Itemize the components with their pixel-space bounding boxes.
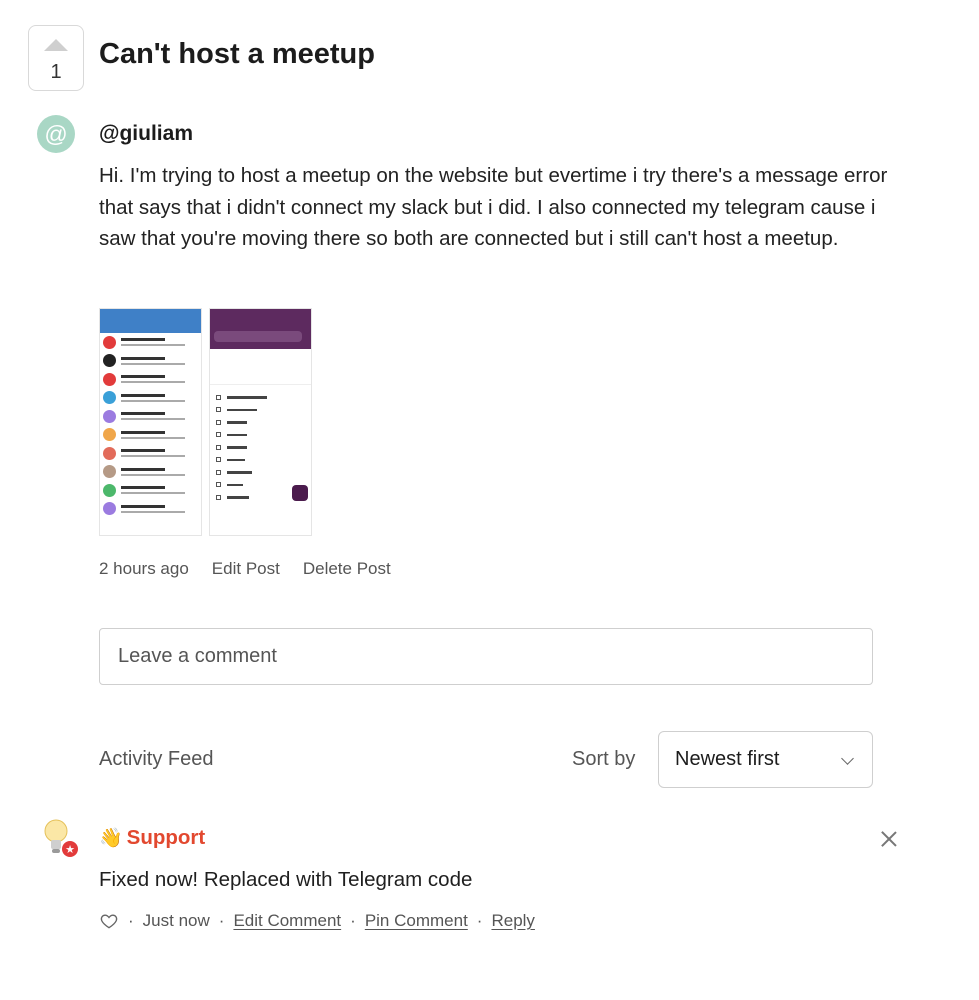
attachment-slack-screenshot[interactable] — [209, 308, 312, 536]
sort-select[interactable]: Newest first — [658, 731, 873, 788]
page-title: Can't host a meetup — [99, 38, 375, 70]
separator: · — [350, 911, 356, 930]
edit-comment-link[interactable]: Edit Comment — [233, 911, 341, 931]
pin-comment-link[interactable]: Pin Comment — [365, 911, 468, 931]
separator: · — [476, 911, 483, 930]
lightbulb-icon: ★ — [44, 819, 78, 857]
close-icon[interactable] — [879, 829, 899, 849]
separator: · — [218, 911, 225, 930]
post-author[interactable]: @giuliam — [99, 122, 193, 146]
delete-post-link[interactable]: Delete Post — [303, 559, 391, 579]
comment-author-name: Support — [126, 826, 206, 849]
at-avatar-icon: @ — [37, 115, 75, 153]
comment-author[interactable]: 👋 Support — [99, 826, 205, 850]
separator: · — [128, 911, 134, 930]
upvote-button[interactable]: 1 — [28, 25, 84, 91]
edit-post-link[interactable]: Edit Post — [212, 559, 280, 579]
vote-count: 1 — [50, 61, 62, 83]
post-meta: 2 hours ago Edit Post Delete Post — [99, 559, 391, 579]
reply-link[interactable]: Reply — [491, 911, 534, 931]
waving-hand-icon: 👋 — [99, 828, 123, 849]
comment-body: Fixed now! Replaced with Telegram code — [99, 868, 473, 891]
comment-input[interactable] — [99, 628, 873, 685]
post-body: Hi. I'm trying to host a meetup on the w… — [99, 164, 888, 250]
attachment-telegram-screenshot[interactable] — [99, 308, 202, 536]
comment-time: Just now — [142, 911, 210, 930]
sort-by-label: Sort by — [572, 748, 636, 770]
upvote-arrow-icon — [44, 39, 68, 51]
svg-text:★: ★ — [65, 843, 75, 856]
heart-icon[interactable] — [99, 911, 119, 931]
chevron-down-icon — [841, 752, 854, 765]
activity-feed-label: Activity Feed — [99, 748, 214, 770]
post-time: 2 hours ago — [99, 559, 189, 578]
comment-meta: · Just now · Edit Comment · Pin Comment … — [99, 911, 535, 931]
sort-value: Newest first — [675, 748, 780, 770]
